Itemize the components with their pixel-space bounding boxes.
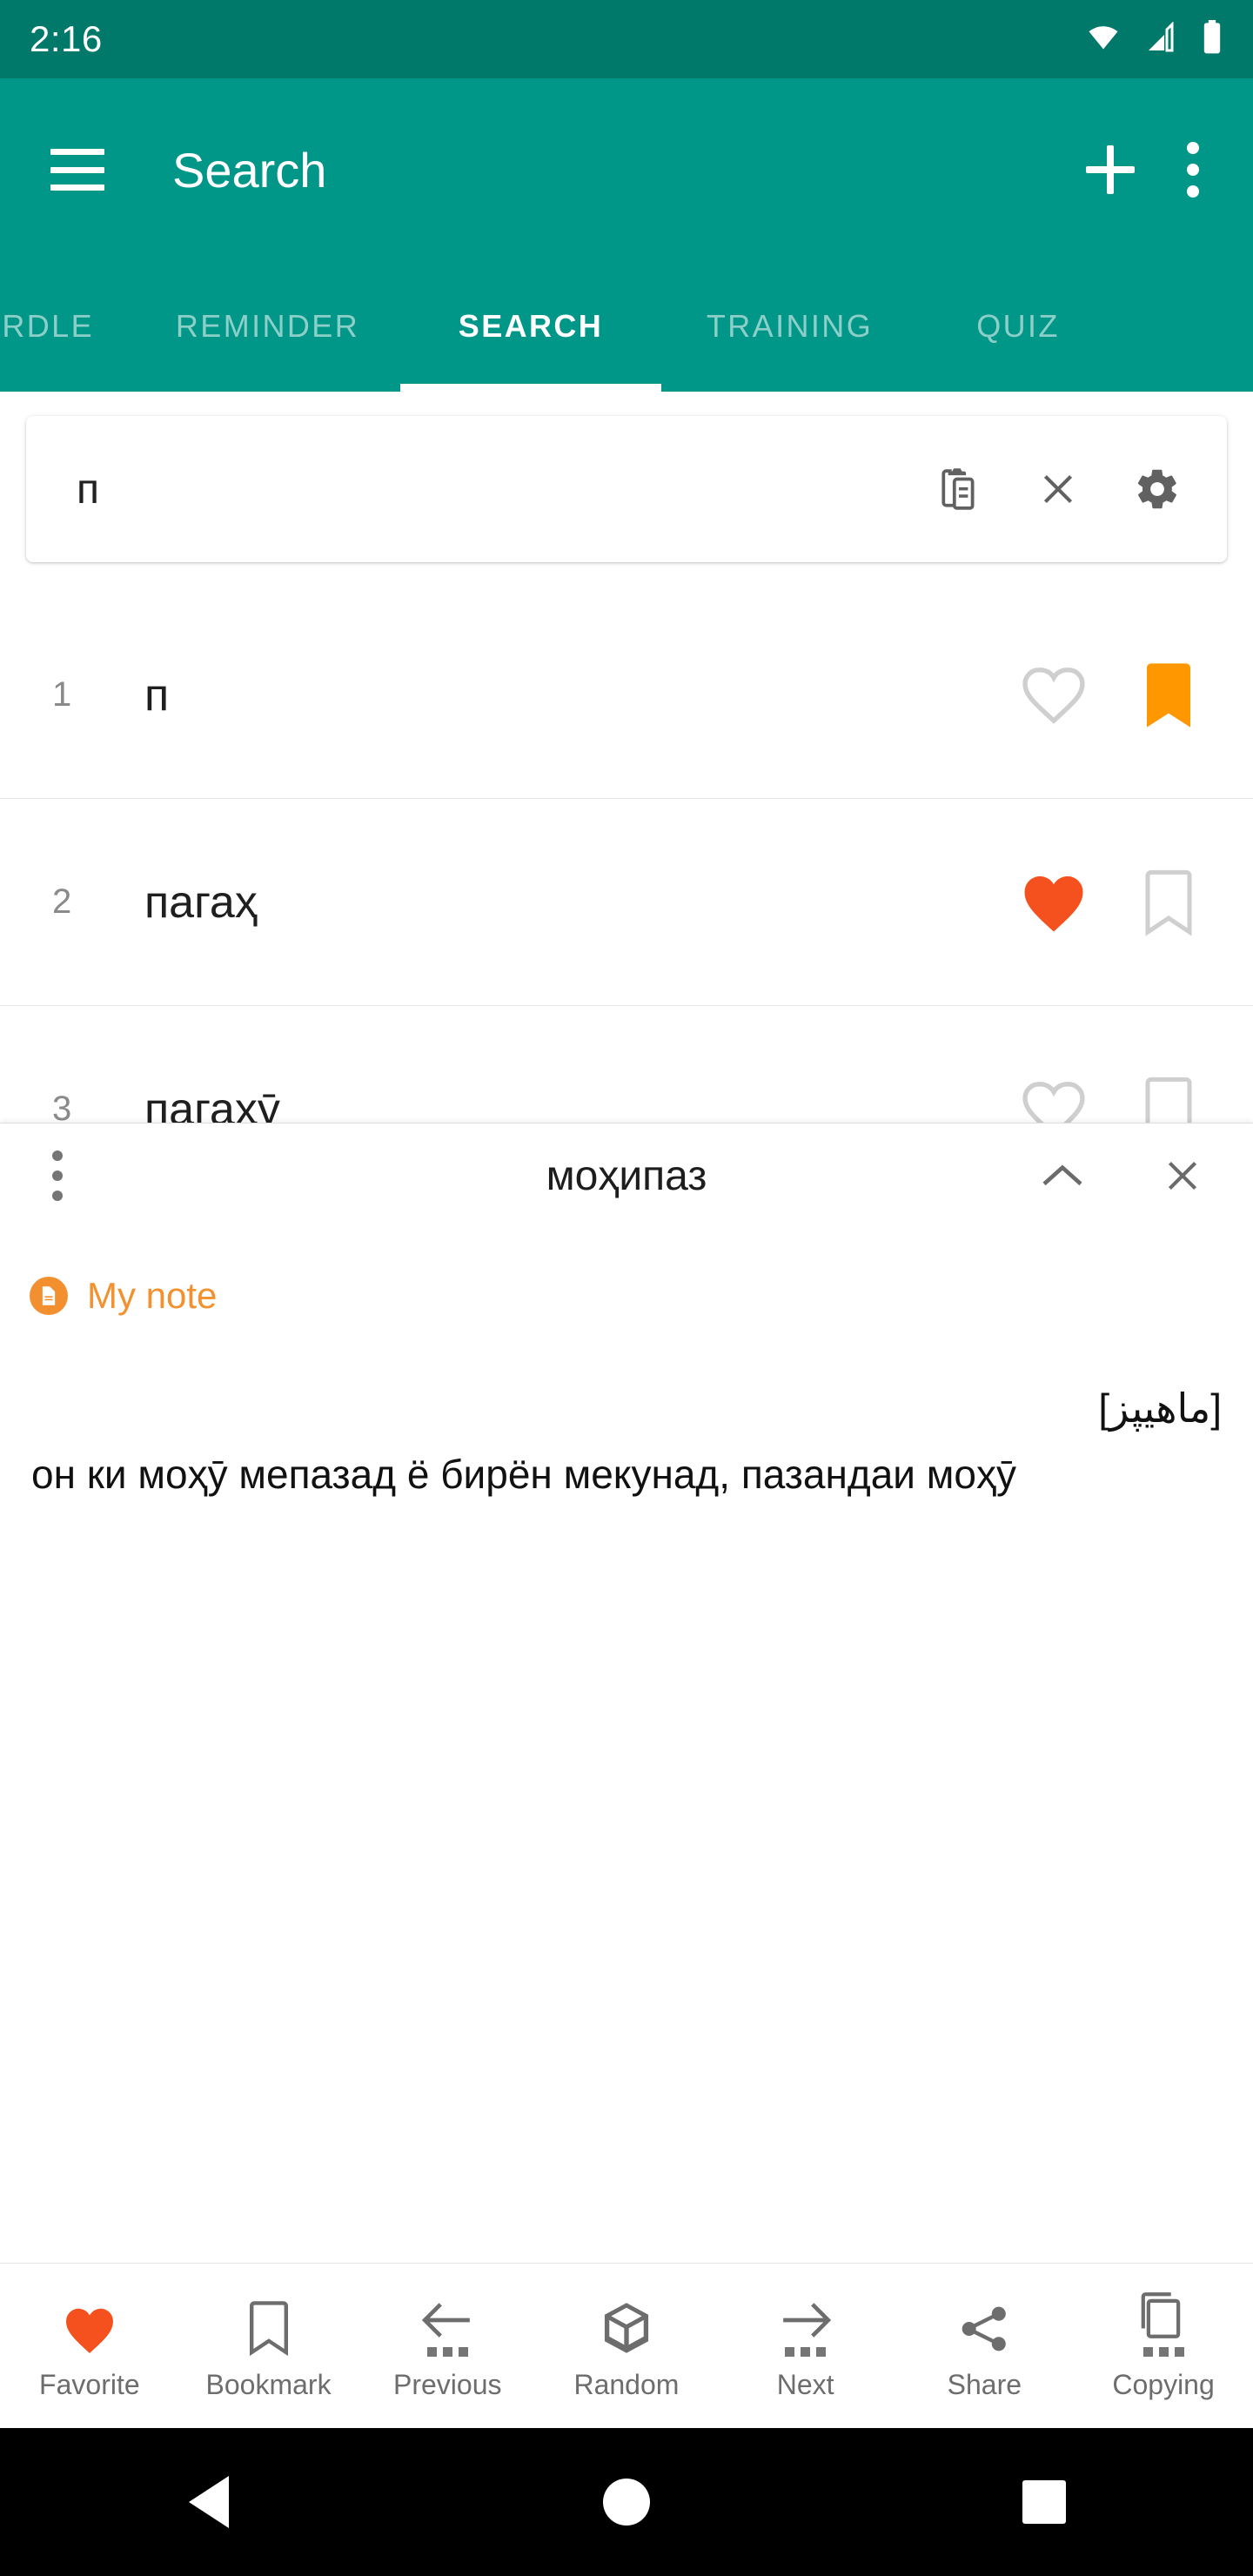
- bookmark-outline-icon: [247, 2291, 291, 2357]
- arrow-left-icon: [420, 2291, 474, 2357]
- wifi-icon: [1084, 22, 1122, 57]
- android-nav-bar: [0, 2428, 1253, 2576]
- hamburger-icon[interactable]: [50, 149, 104, 191]
- recents-square-icon[interactable]: [992, 2428, 1096, 2576]
- bookmark-button[interactable]: Bookmark: [182, 2291, 356, 2401]
- share-icon: [957, 2291, 1011, 2357]
- tab-bar: ORDLE REMINDER SEARCH TRAINING QUIZ: [0, 261, 1253, 392]
- result-word: п: [144, 669, 170, 721]
- tab-training[interactable]: TRAINING: [661, 261, 918, 392]
- plus-icon[interactable]: [1086, 145, 1135, 194]
- heart-filled-icon[interactable]: [1016, 865, 1091, 940]
- favorite-button[interactable]: Favorite: [3, 2291, 177, 2401]
- result-word: пагаҳ: [144, 876, 258, 928]
- bottom-action-bar: Favorite Bookmark Previous Random Next S…: [0, 2263, 1253, 2428]
- share-label: Share: [947, 2369, 1022, 2400]
- search-results-list: 1 п 2 пагаҳ 3 пагаҳӯ: [0, 592, 1253, 1213]
- gear-icon[interactable]: [1131, 463, 1183, 515]
- cell-signal-icon: [1143, 20, 1180, 57]
- chevron-up-icon[interactable]: [1035, 1149, 1089, 1203]
- heart-filled-icon: [61, 2291, 118, 2357]
- random-button[interactable]: Random: [539, 2291, 714, 2401]
- copy-icon: [1138, 2291, 1189, 2357]
- copying-label: Copying: [1112, 2369, 1215, 2400]
- dice-icon: [599, 2291, 654, 2357]
- bookmark-filled-icon[interactable]: [1131, 658, 1206, 733]
- result-index: 1: [52, 675, 72, 714]
- result-index: 2: [52, 882, 72, 921]
- next-label: Next: [776, 2369, 834, 2400]
- home-circle-icon[interactable]: [574, 2428, 679, 2576]
- search-action-group: [933, 463, 1204, 515]
- app-bar-actions: [1086, 142, 1199, 198]
- detail-header: моҳипаз: [0, 1124, 1253, 1228]
- tab-quiz[interactable]: QUIZ: [918, 261, 1118, 392]
- detail-header-actions: [1035, 1149, 1223, 1203]
- tab-wordle[interactable]: ORDLE: [0, 261, 135, 392]
- previous-label: Previous: [393, 2369, 502, 2400]
- tab-search[interactable]: SEARCH: [400, 261, 661, 392]
- result-action-group: [1016, 865, 1223, 940]
- search-card: [26, 416, 1227, 562]
- my-note-link[interactable]: My note: [0, 1228, 1253, 1317]
- share-button[interactable]: Share: [897, 2291, 1071, 2401]
- status-icon-group: [1084, 19, 1223, 59]
- page-title: Search: [172, 142, 327, 198]
- my-note-label: My note: [87, 1275, 218, 1316]
- close-icon[interactable]: [1032, 463, 1084, 515]
- close-icon[interactable]: [1156, 1149, 1209, 1203]
- overflow-menu-icon[interactable]: [1187, 142, 1199, 198]
- arabic-script-text: [ماهيپز]: [1098, 1385, 1222, 1431]
- copying-button[interactable]: Copying: [1076, 2291, 1250, 2401]
- random-label: Random: [573, 2369, 680, 2400]
- result-action-group: [1016, 658, 1223, 733]
- definition-text: он ки моҳӯ мепазад ё бирён мекунад, паза…: [31, 1451, 1016, 1497]
- overflow-dots-icon: [779, 2347, 833, 2357]
- previous-button[interactable]: Previous: [360, 2291, 534, 2401]
- note-document-icon: [30, 1277, 68, 1315]
- heart-outline-icon[interactable]: [1016, 658, 1091, 733]
- table-row[interactable]: 2 пагаҳ: [0, 799, 1253, 1006]
- definition-block: [ماهيپز] он ки моҳӯ мепазад ё бирён меку…: [0, 1317, 1253, 1503]
- table-row[interactable]: 1 п: [0, 592, 1253, 799]
- tab-reminder[interactable]: REMINDER: [135, 261, 400, 392]
- word-detail-panel: моҳипаз My note [ماهيپز] он ки моҳӯ мепа…: [0, 1123, 1253, 2263]
- status-bar: 2:16: [0, 0, 1253, 78]
- app-bar: Search: [0, 78, 1253, 261]
- overflow-dots-icon: [420, 2347, 474, 2357]
- next-button[interactable]: Next: [719, 2291, 893, 2401]
- favorite-label: Favorite: [39, 2369, 140, 2400]
- arrow-right-icon: [779, 2291, 833, 2357]
- back-triangle-icon[interactable]: [157, 2428, 261, 2576]
- battery-icon: [1201, 19, 1223, 59]
- overflow-menu-icon[interactable]: [52, 1150, 63, 1201]
- overflow-dots-icon: [1138, 2347, 1189, 2357]
- bookmark-label: Bookmark: [205, 2369, 332, 2400]
- clipboard-paste-icon[interactable]: [933, 463, 985, 515]
- screen-root: 2:16 Search RDLE REMINDER SEARCH TRAININ…: [0, 0, 1253, 2576]
- search-input[interactable]: [77, 465, 933, 513]
- bookmark-outline-icon[interactable]: [1131, 865, 1206, 940]
- status-clock: 2:16: [30, 18, 103, 59]
